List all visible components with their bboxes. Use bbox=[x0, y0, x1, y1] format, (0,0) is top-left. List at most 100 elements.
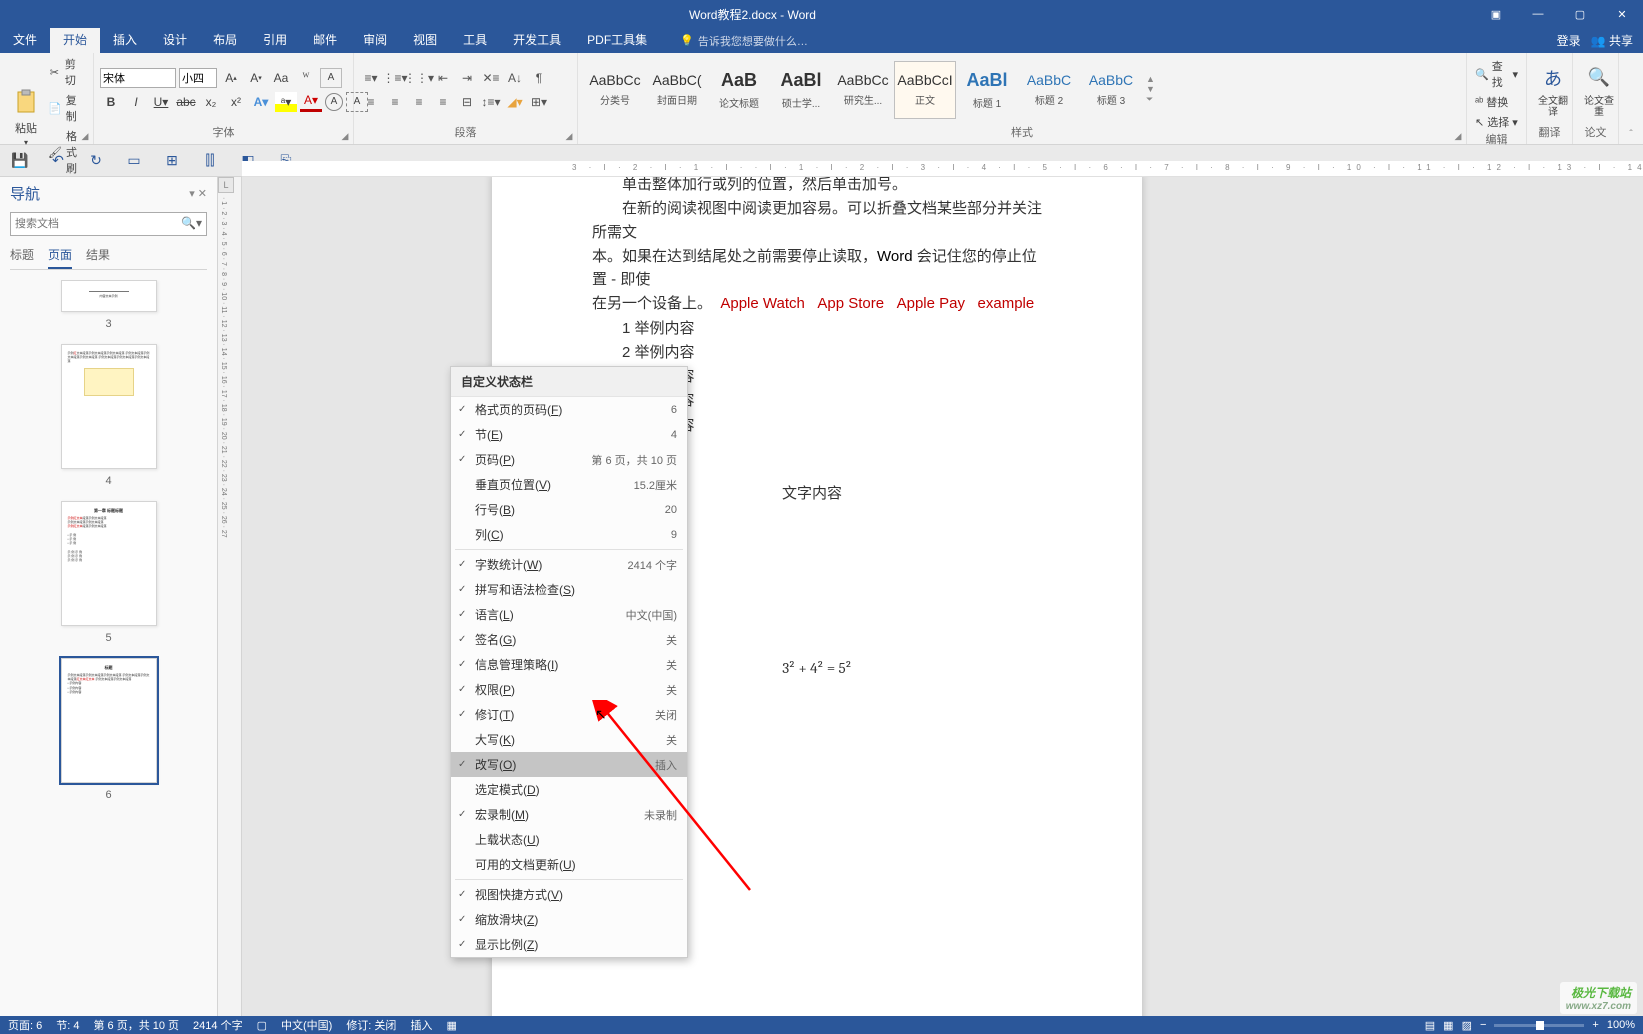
styles-expand[interactable]: ⏷ bbox=[1146, 94, 1155, 105]
strike-button[interactable]: abc bbox=[175, 92, 197, 112]
zoom-value[interactable]: 100% bbox=[1607, 1019, 1635, 1031]
context-item-upload[interactable]: 上载状态(U) bbox=[451, 827, 687, 852]
numbering-button[interactable]: ⋮≡▾ bbox=[384, 68, 406, 88]
context-item-col[interactable]: 列(C)9 bbox=[451, 522, 687, 547]
clear-format-button[interactable]: A bbox=[320, 68, 342, 88]
paragraph-launcher[interactable]: ◢ bbox=[563, 130, 575, 142]
tab-devtools[interactable]: 开发工具 bbox=[500, 28, 574, 53]
thumbnail[interactable]: 内容文本示例 bbox=[61, 280, 157, 312]
phonetic-button[interactable]: ᵂ bbox=[295, 68, 317, 88]
paper-check-button[interactable]: 🔍 论文查重 bbox=[1579, 60, 1619, 120]
status-pages[interactable]: 第 6 页，共 10 页 bbox=[93, 1017, 179, 1033]
font-color-button[interactable]: A▾ bbox=[300, 92, 322, 112]
distribute-button[interactable]: ⊟ bbox=[456, 92, 478, 112]
superscript-button[interactable]: x² bbox=[225, 92, 247, 112]
sort-button[interactable]: A↓ bbox=[504, 68, 526, 88]
change-case-button[interactable]: Aa bbox=[270, 68, 292, 88]
tab-layout[interactable]: 布局 bbox=[200, 28, 250, 53]
tab-insert[interactable]: 插入 bbox=[100, 28, 150, 53]
horizontal-ruler[interactable]: 3 · I · 2 · I · 1 · I · · I · 1 · I · 2 … bbox=[242, 161, 1643, 177]
view-print-layout[interactable]: ▦ bbox=[1443, 1019, 1453, 1032]
align-left-button[interactable]: ≡ bbox=[360, 92, 382, 112]
context-item-macro[interactable]: ✓宏录制(M)未录制 bbox=[451, 802, 687, 827]
styles-up[interactable]: ▲ bbox=[1146, 74, 1155, 84]
context-item-zoom[interactable]: ✓显示比例(Z) bbox=[451, 932, 687, 957]
font-launcher[interactable]: ◢ bbox=[339, 130, 351, 142]
zoom-in[interactable]: + bbox=[1592, 1019, 1598, 1031]
share-button[interactable]: 👥 共享 bbox=[1591, 32, 1633, 49]
context-item-selmode[interactable]: 选定模式(D) bbox=[451, 777, 687, 802]
increase-indent-button[interactable]: ⇥ bbox=[456, 68, 478, 88]
context-item-sign[interactable]: ✓签名(G)关 bbox=[451, 627, 687, 652]
style-item[interactable]: AaBbCcI正文 bbox=[894, 61, 956, 119]
find-button[interactable]: 🔍查找▾ bbox=[1473, 57, 1520, 91]
tab-references[interactable]: 引用 bbox=[250, 28, 300, 53]
translate-button[interactable]: あ 全文翻译 bbox=[1533, 60, 1573, 120]
tell-me-box[interactable]: 💡告诉我您想要做什么… bbox=[660, 33, 808, 49]
context-item-perm[interactable]: ✓权限(P)关 bbox=[451, 677, 687, 702]
line-spacing-button[interactable]: ↕≡▾ bbox=[480, 92, 502, 112]
tab-tools[interactable]: 工具 bbox=[450, 28, 500, 53]
highlight-button[interactable]: ᵃ▾ bbox=[275, 92, 297, 112]
status-page[interactable]: 页面: 6 bbox=[8, 1017, 42, 1033]
status-lang[interactable]: 中文(中国) bbox=[281, 1017, 332, 1033]
borders-button[interactable]: ⊞▾ bbox=[528, 92, 550, 112]
nav-close[interactable]: ✕ bbox=[198, 188, 207, 200]
status-spell-icon[interactable]: ▢ bbox=[257, 1019, 267, 1032]
subscript-button[interactable]: x₂ bbox=[200, 92, 222, 112]
styles-launcher[interactable]: ◢ bbox=[1452, 130, 1464, 142]
shading-button[interactable]: ◢▾ bbox=[504, 92, 526, 112]
grow-font-button[interactable]: A▴ bbox=[220, 68, 242, 88]
align-right-button[interactable]: ≡ bbox=[408, 92, 430, 112]
context-item-track[interactable]: ✓修订(T)关闭 bbox=[451, 702, 687, 727]
qat-redo[interactable]: ↻ bbox=[86, 151, 106, 171]
justify-button[interactable]: ≡ bbox=[432, 92, 454, 112]
context-item-shortcut[interactable]: ✓视图快捷方式(V) bbox=[451, 882, 687, 907]
close-button[interactable]: ✕ bbox=[1601, 0, 1643, 28]
style-item[interactable]: AaBbC标题 2 bbox=[1018, 61, 1080, 119]
view-read-mode[interactable]: ▤ bbox=[1425, 1019, 1435, 1032]
font-size-combo[interactable] bbox=[179, 68, 217, 88]
bold-button[interactable]: B bbox=[100, 92, 122, 112]
clipboard-launcher[interactable]: ◢ bbox=[79, 130, 91, 142]
style-item[interactable]: AaBl硕士学... bbox=[770, 61, 832, 119]
status-macro-icon[interactable]: ▦ bbox=[446, 1019, 456, 1032]
zoom-out[interactable]: − bbox=[1480, 1019, 1486, 1031]
tab-review[interactable]: 审阅 bbox=[350, 28, 400, 53]
context-item-line[interactable]: 行号(B)20 bbox=[451, 497, 687, 522]
nav-tab-headings[interactable]: 标题 bbox=[10, 242, 34, 269]
tab-view[interactable]: 视图 bbox=[400, 28, 450, 53]
context-item-update[interactable]: 可用的文档更新(U) bbox=[451, 852, 687, 877]
thumbnail[interactable]: 标题 示例文本段落示例文本段落示例文本段落 示例文本段落示例文本段落红文本红文本… bbox=[61, 658, 157, 783]
text-direction-button[interactable]: ✕≡ bbox=[480, 68, 502, 88]
context-item-page[interactable]: ✓页码(P)第 6 页，共 10 页 bbox=[451, 447, 687, 472]
align-center-button[interactable]: ≡ bbox=[384, 92, 406, 112]
context-item-vpos[interactable]: 垂直页位置(V)15.2厘米 bbox=[451, 472, 687, 497]
tab-pdf[interactable]: PDF工具集 bbox=[574, 28, 660, 53]
paste-button[interactable]: 粘贴 ▾ bbox=[6, 84, 46, 149]
shrink-font-button[interactable]: A▾ bbox=[245, 68, 267, 88]
multilevel-button[interactable]: ⋮⋮▾ bbox=[408, 68, 430, 88]
show-marks-button[interactable]: ¶ bbox=[528, 68, 550, 88]
replace-button[interactable]: ᵃᵇ替换 bbox=[1473, 93, 1520, 111]
status-section[interactable]: 节: 4 bbox=[56, 1017, 79, 1033]
context-item-ovr[interactable]: ✓改写(O)插入 bbox=[451, 752, 687, 777]
context-item-spell[interactable]: ✓拼写和语法检查(S) bbox=[451, 577, 687, 602]
cut-button[interactable]: ✂剪切 bbox=[46, 55, 87, 89]
styles-gallery[interactable]: AaBbCc分类号AaBbC(封面日期AaB论文标题AaBl硕士学...AaBb… bbox=[584, 61, 1142, 119]
status-ovr[interactable]: 插入 bbox=[410, 1017, 432, 1033]
tab-home[interactable]: 开始 bbox=[50, 28, 100, 53]
tab-mailings[interactable]: 邮件 bbox=[300, 28, 350, 53]
nav-dropdown[interactable]: ▾ bbox=[189, 188, 195, 200]
font-name-combo[interactable] bbox=[100, 68, 176, 88]
zoom-slider[interactable] bbox=[1494, 1024, 1584, 1027]
thumbnails-list[interactable]: 内容文本示例 3 示例红文本段落示例文本段落示例文本段落 示例文本段落示例文本段… bbox=[10, 280, 207, 1017]
select-button[interactable]: ↖选择▾ bbox=[1473, 113, 1520, 131]
tab-design[interactable]: 设计 bbox=[150, 28, 200, 53]
style-item[interactable]: AaBbCc分类号 bbox=[584, 61, 646, 119]
thumbnail[interactable]: 第一章 标题标题 示例红文本段落示例文本段落示例文本段落示例文本段落示例红文本段… bbox=[61, 501, 157, 626]
nav-tab-pages[interactable]: 页面 bbox=[48, 242, 72, 269]
maximize-button[interactable]: ▢ bbox=[1559, 0, 1601, 28]
context-item-zoomslider[interactable]: ✓缩放滑块(Z) bbox=[451, 907, 687, 932]
thumbnail[interactable]: 示例红文本段落示例文本段落示例文本段落 示例文本段落示例文本段落示例文本段落 示… bbox=[61, 344, 157, 469]
